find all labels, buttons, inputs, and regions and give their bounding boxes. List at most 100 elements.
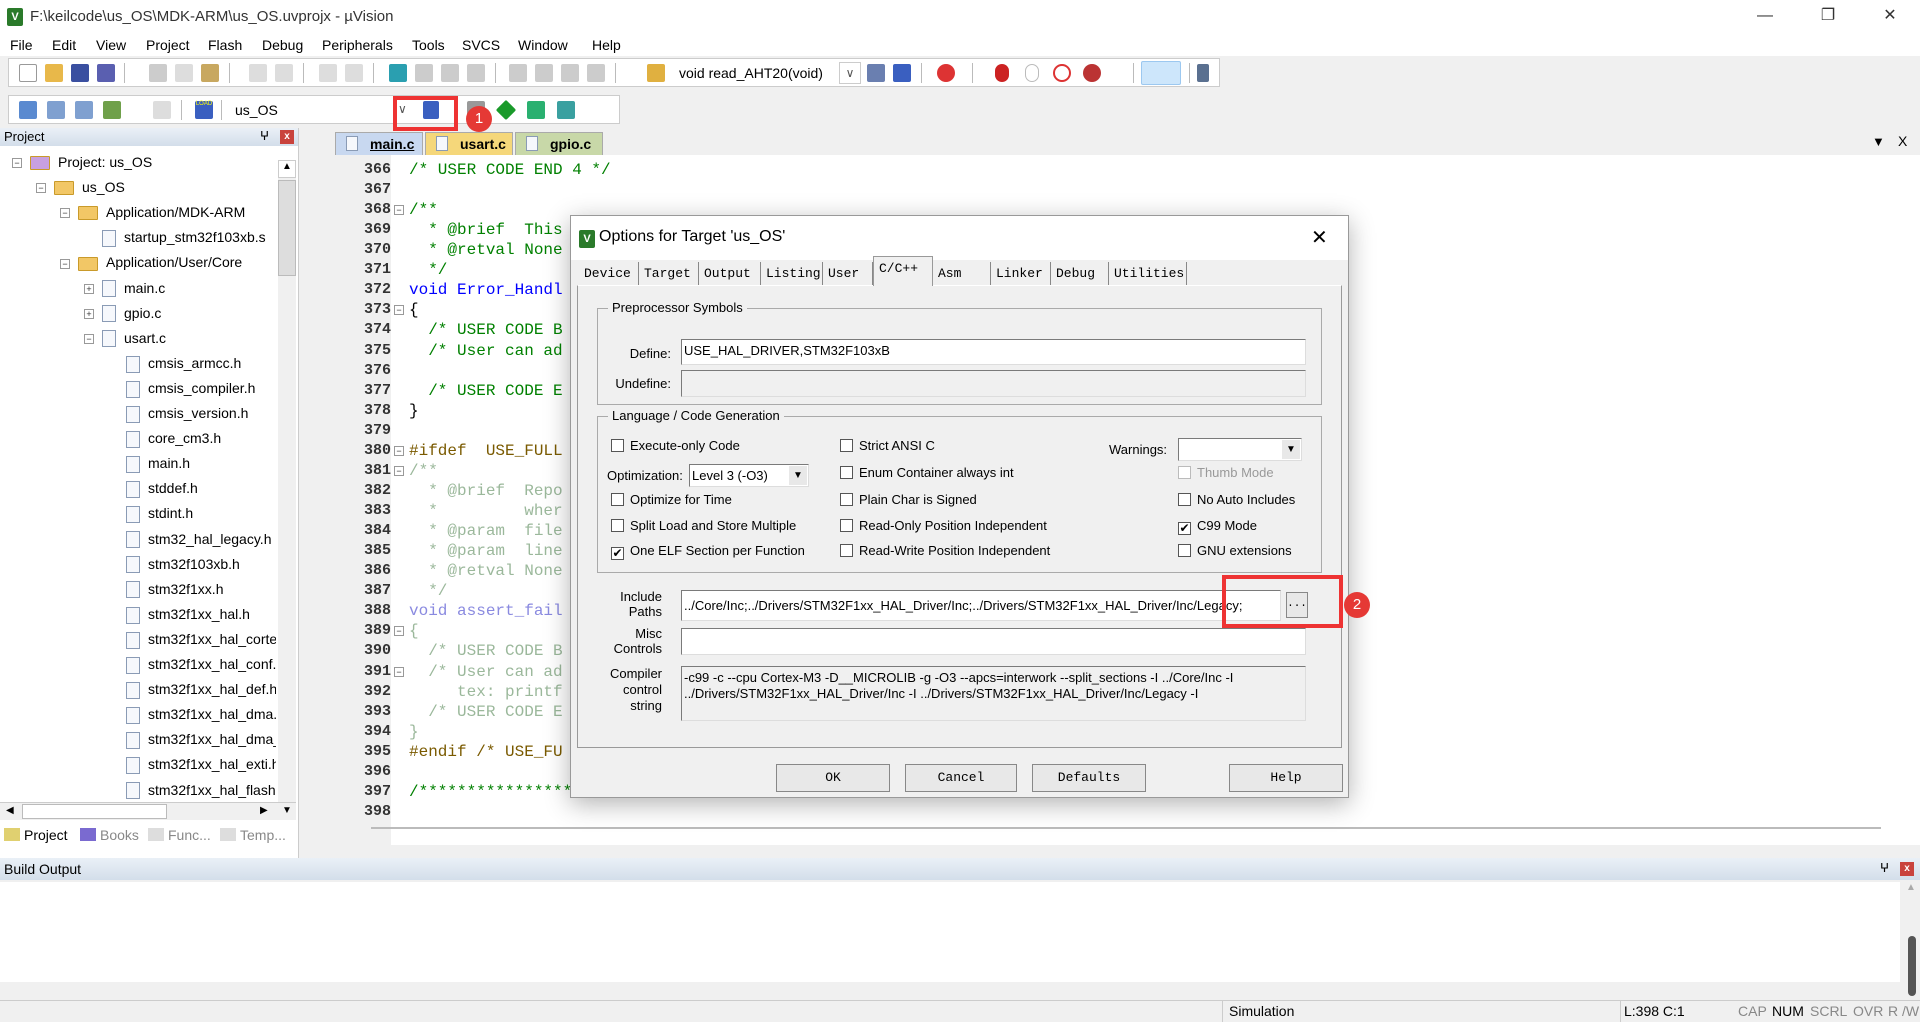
editor-horizontal-scrollbar[interactable] [371,827,1881,839]
pin-icon[interactable]: ⵖ [1880,861,1889,875]
tree-item[interactable]: stdint.h [108,505,193,524]
tree-item[interactable]: main.h [108,455,190,473]
close-dialog-icon[interactable]: ✕ [1311,225,1328,250]
undo-icon[interactable] [249,64,267,82]
fold-toggle-icon[interactable]: − [394,205,404,216]
tree-item[interactable]: cmsis_armcc.h [108,355,241,373]
scroll-thumb[interactable] [278,180,296,276]
tree-item[interactable]: cmsis_compiler.h [108,380,255,398]
optimization-select[interactable]: Level 3 (-O3) ▼ [689,464,809,487]
batch-build-icon[interactable] [103,101,121,119]
checkbox-thumb-mode[interactable]: Thumb Mode [1178,465,1274,480]
close-tab-icon[interactable]: X [1898,133,1907,149]
dropdown-arrow-icon[interactable]: ▼ [789,466,807,485]
tree-item[interactable]: cmsis_version.h [108,405,248,423]
tree-item[interactable]: + main.c [84,280,165,298]
tab-target[interactable]: Target [639,262,699,285]
new-file-icon[interactable] [19,64,37,82]
build-icon[interactable] [47,101,65,119]
dropdown-arrow-icon[interactable]: ▼ [1282,440,1300,459]
fold-toggle-icon[interactable]: − [394,626,404,637]
tab-debug[interactable]: Debug [1051,262,1109,285]
tree-item[interactable]: stm32f103xb.h [108,556,240,574]
tree-item[interactable]: stddef.h [108,480,198,499]
kill-breakpoints-icon[interactable] [1083,64,1101,82]
stop-build-icon[interactable] [153,101,171,119]
copy-icon[interactable] [175,64,193,82]
tab-user[interactable]: User [823,262,873,285]
minimize-button[interactable]: — [1745,4,1785,28]
select-software-packs-icon[interactable] [557,101,575,119]
fold-toggle-icon[interactable]: − [394,305,404,316]
menu-svcs[interactable]: SVCS [462,37,500,53]
fold-toggle-icon[interactable]: − [394,445,404,456]
undefine-input[interactable] [681,370,1306,397]
translate-icon[interactable] [19,101,37,119]
tab-device[interactable]: Device [579,262,639,285]
menu-peripherals[interactable]: Peripherals [322,37,393,53]
menu-flash[interactable]: Flash [208,37,242,53]
tab-func[interactable]: Func... [148,827,211,843]
tree-item[interactable]: − Application/MDK-ARM [60,204,245,221]
fold-toggle-icon[interactable]: − [394,465,404,476]
checkbox-c99-mode[interactable]: ✔ C99 Mode [1178,518,1257,535]
comment-icon[interactable] [561,64,579,82]
debug-session-icon[interactable] [937,64,955,82]
configure-icon[interactable] [1197,64,1209,82]
collapse-icon[interactable]: − [12,158,22,169]
tree-item[interactable]: − Application/User/Core [60,254,242,271]
tree-item[interactable]: stm32f1xx.h [108,581,223,599]
uncomment-icon[interactable] [587,64,605,82]
scroll-up-icon[interactable]: ▲ [278,160,296,178]
menu-file[interactable]: File [10,37,33,53]
scroll-up-icon[interactable]: ▲ [1902,882,1920,893]
tab-books[interactable]: Books [80,827,139,843]
next-bookmark-icon[interactable] [441,64,459,82]
tree-item[interactable]: + gpio.c [84,305,161,323]
browse-icon[interactable] [893,64,911,82]
incremental-find-icon[interactable] [867,64,885,82]
checkbox-strict-ansi-c[interactable]: Strict ANSI C [840,438,935,453]
file-tab-gpio-c[interactable]: gpio.c [515,132,603,155]
window-layout-button[interactable] [1141,61,1181,85]
checkbox-gnu-extensions[interactable]: GNU extensions [1178,543,1292,558]
tab-cc[interactable]: C/C++ [873,256,933,286]
bookmark-icon[interactable] [389,64,407,82]
menu-debug[interactable]: Debug [262,37,303,53]
target-combo[interactable]: us_OS [235,102,278,118]
checkbox-execute-only-code[interactable]: Execute-only Code [611,438,740,453]
tree-item[interactable]: stm32f1xx_hal.h [108,606,250,624]
pack-installer-icon[interactable] [527,101,545,119]
tree-item[interactable]: stm32f1xx_hal_cortex.h [108,631,276,649]
tree-item[interactable]: stm32f1xx_hal_dma.h [108,706,276,724]
find-in-files-icon[interactable] [647,64,665,82]
expand-icon[interactable]: + [84,283,94,294]
collapse-icon[interactable]: − [60,208,70,219]
disable-breakpoint-icon[interactable] [1025,64,1039,82]
scroll-down-icon[interactable]: ▼ [282,805,292,816]
tree-item[interactable]: startup_stm32f103xb.s [84,229,266,248]
collapse-icon[interactable]: − [84,333,94,344]
checkbox-one-elf-section-per-function[interactable]: ✔ One ELF Section per Function [611,543,805,560]
open-file-icon[interactable] [45,64,63,82]
scroll-right-icon[interactable]: ▶ [260,805,268,816]
close-window-button[interactable]: ✕ [1870,4,1910,28]
tree-item[interactable]: − usart.c [84,330,166,348]
run-time-environment-icon[interactable] [495,99,517,121]
fold-toggle-icon[interactable]: − [394,666,404,677]
tree-item[interactable]: stm32f1xx_hal_dma_ex.h [108,731,276,750]
redo-icon[interactable] [275,64,293,82]
tab-utilities[interactable]: Utilities [1109,262,1187,285]
function-combo[interactable]: void read_AHT20(void) [679,65,859,81]
chevron-down-icon[interactable]: ∨ [839,62,861,84]
menu-project[interactable]: Project [146,37,190,53]
ok-button[interactable]: OK [776,764,890,792]
unindent-icon[interactable] [535,64,553,82]
checkbox-read-write-position-independent[interactable]: Read-Write Position Independent [840,543,1050,558]
tree-item[interactable]: − us_OS [36,179,125,196]
menu-view[interactable]: View [96,37,126,53]
tab-output[interactable]: Output [699,262,761,285]
tree-item[interactable]: stm32f1xx_hal_conf.h [108,656,276,674]
menu-tools[interactable]: Tools [412,37,445,53]
tab-project[interactable]: Project [4,827,68,843]
